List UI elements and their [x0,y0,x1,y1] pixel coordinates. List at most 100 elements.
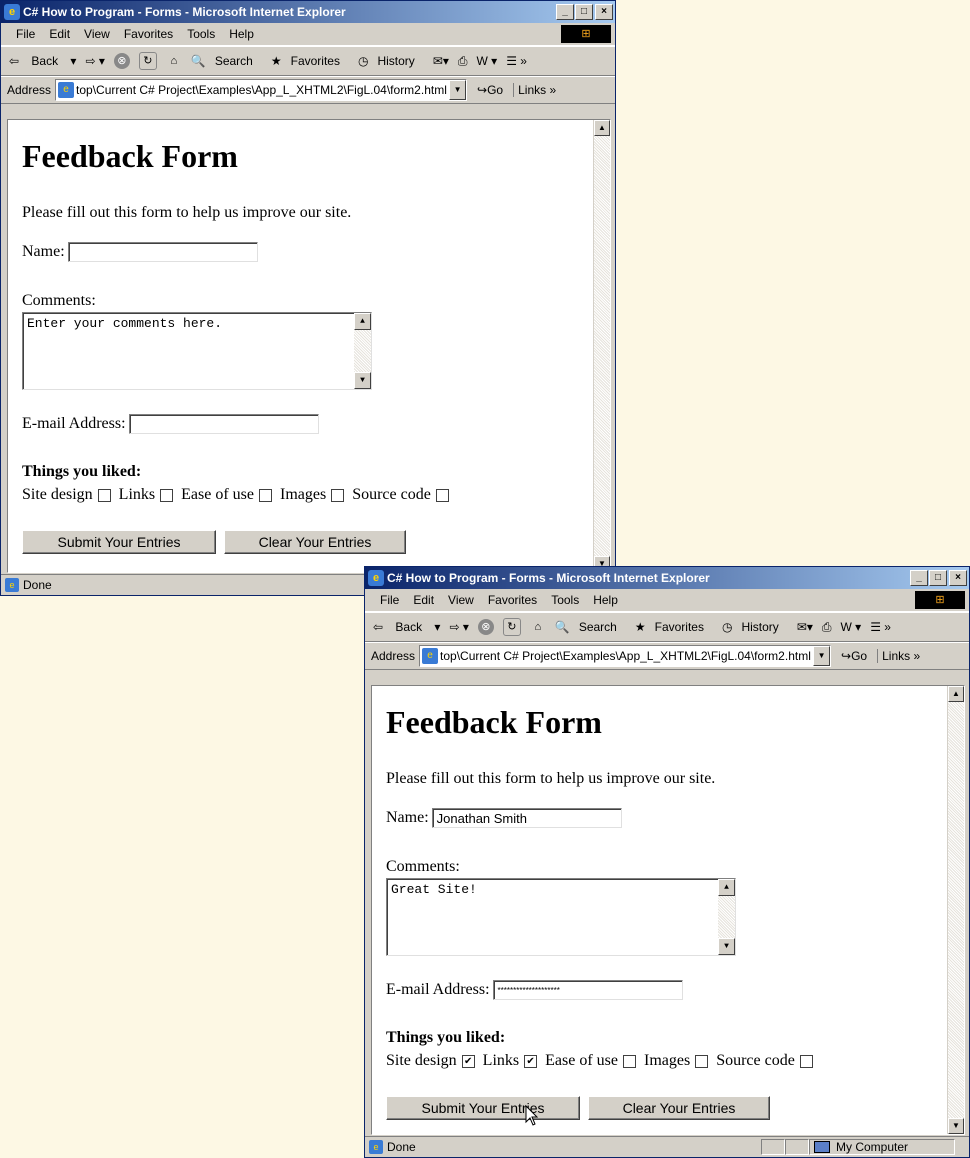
browser-window-2: e C# How to Program - Forms - Microsoft … [364,566,970,1158]
edit-icon[interactable]: W ▾ [841,620,862,634]
forward-button[interactable]: ⇨ ▾ [449,620,468,634]
scroll-up-icon[interactable]: ▲ [718,879,735,896]
scroll-down-icon[interactable]: ▼ [354,372,371,389]
textarea-scrollbar[interactable]: ▲ ▼ [354,313,371,389]
history-button[interactable]: ◷ History [722,620,788,634]
page-icon: e [369,1140,383,1154]
search-icon: 🔍 [554,620,570,634]
home-icon[interactable]: ⌂ [166,53,182,69]
clear-button[interactable]: Clear Your Entries [224,530,406,554]
vertical-scrollbar[interactable]: ▲ ▼ [593,120,610,572]
checkbox-links[interactable]: ✔ [524,1054,538,1068]
menu-favorites[interactable]: Favorites [481,589,544,611]
minimize-button[interactable]: _ [556,4,574,20]
menu-tools[interactable]: Tools [180,23,222,45]
checkbox-site-design[interactable] [97,488,111,502]
scroll-up-icon[interactable]: ▲ [594,120,610,136]
menu-view[interactable]: View [441,589,481,611]
checkbox-site-design[interactable]: ✔ [461,1054,475,1068]
discuss-icon[interactable]: ☰ » [506,54,527,68]
email-label: E-mail Address: [22,415,126,432]
checkbox-ease-of-use[interactable] [258,488,272,502]
scroll-up-icon[interactable]: ▲ [354,313,371,330]
vertical-scrollbar[interactable]: ▲ ▼ [947,686,964,1134]
mouse-cursor-icon [525,1104,539,1126]
option-label: Images [279,486,327,503]
checkbox-links[interactable] [160,488,174,502]
home-icon[interactable]: ⌂ [530,619,546,635]
email-input[interactable] [128,414,319,434]
name-input[interactable] [67,242,258,262]
page-icon: e [5,578,19,592]
title-bar[interactable]: e C# How to Program - Forms - Microsoft … [1,1,615,23]
security-zone: My Computer [809,1139,955,1155]
refresh-icon[interactable]: ↻ [138,52,157,70]
checkbox-source-code[interactable] [799,1054,813,1068]
scroll-down-icon[interactable]: ▼ [718,938,735,955]
print-icon[interactable]: ⎙ [822,620,832,635]
maximize-button[interactable]: □ [575,4,593,20]
page-content: ▲ ▼ Feedback Form Please fill out this f… [7,119,611,573]
links-button[interactable]: Links » [877,649,920,663]
address-input[interactable]: e top\Current C# Project\Examples\App_L_… [55,79,468,101]
menu-edit[interactable]: Edit [406,589,441,611]
checkbox-images[interactable] [331,488,345,502]
liked-label: Things you liked: [22,463,142,480]
go-button[interactable]: ↪Go [477,83,503,97]
scroll-up-icon[interactable]: ▲ [948,686,964,702]
submit-button[interactable]: Submit Your Entries [22,530,216,554]
menu-favorites[interactable]: Favorites [117,23,180,45]
clear-button[interactable]: Clear Your Entries [588,1096,770,1120]
mail-icon[interactable]: ✉▾ [797,620,813,634]
close-button[interactable]: × [595,4,613,20]
edit-icon[interactable]: W ▾ [477,54,498,68]
menu-help[interactable]: Help [222,23,261,45]
ie-icon: e [4,4,20,20]
checkbox-source-code[interactable] [435,488,449,502]
name-label: Name: [22,243,65,260]
textarea-scrollbar[interactable]: ▲ ▼ [718,879,735,955]
name-input[interactable]: Jonathan Smith [431,808,622,828]
discuss-icon[interactable]: ☰ » [870,620,891,634]
back-button[interactable]: ⇦ Back ▾ [9,54,76,68]
favorites-button[interactable]: ★ Favorites [271,54,349,68]
scroll-down-icon[interactable]: ▼ [948,1118,964,1134]
links-button[interactable]: Links » [513,83,556,97]
stop-icon[interactable]: ⊗ [477,619,494,635]
menu-view[interactable]: View [77,23,117,45]
menu-edit[interactable]: Edit [42,23,77,45]
refresh-icon[interactable]: ↻ [502,618,521,636]
checkbox-images[interactable] [695,1054,709,1068]
name-label: Name: [386,809,429,826]
print-icon[interactable]: ⎙ [458,54,468,69]
search-button[interactable]: 🔍 Search [555,620,626,634]
submit-button[interactable]: Submit Your Entries [386,1096,580,1120]
mail-icon[interactable]: ✉▾ [433,54,449,68]
email-input[interactable]: ******************** [492,980,683,1000]
menu-tools[interactable]: Tools [544,589,586,611]
comments-textarea[interactable]: Great Site! ▲ ▼ [386,878,736,956]
menu-file[interactable]: File [373,589,406,611]
comments-text: Enter your comments here. [27,316,223,331]
go-button[interactable]: ↪Go [841,649,867,663]
toolbar: ⇦ Back ▾ ⇨ ▾ ⊗ ↻ ⌂ 🔍 Search ★ Favorites ◷ H… [1,46,615,76]
title-bar[interactable]: e C# How to Program - Forms - Microsoft … [365,567,969,589]
close-button[interactable]: × [949,570,967,586]
favorites-button[interactable]: ★ Favorites [635,620,713,634]
back-arrow-icon: ⇦ [9,54,20,68]
menu-file[interactable]: File [9,23,42,45]
comments-textarea[interactable]: Enter your comments here. ▲ ▼ [22,312,372,390]
history-button[interactable]: ◷ History [358,54,424,68]
search-button[interactable]: 🔍 Search [191,54,262,68]
address-dropdown-icon[interactable]: ▼ [449,80,467,100]
menu-help[interactable]: Help [586,589,625,611]
address-input[interactable]: e top\Current C# Project\Examples\App_L_… [419,645,832,667]
minimize-button[interactable]: _ [910,570,928,586]
back-button[interactable]: ⇦ Back ▾ [373,620,440,634]
checkbox-ease-of-use[interactable] [622,1054,636,1068]
maximize-button[interactable]: □ [929,570,947,586]
stop-icon[interactable]: ⊗ [113,53,130,69]
forward-button[interactable]: ⇨ ▾ [85,54,104,68]
address-dropdown-icon[interactable]: ▼ [813,646,831,666]
go-arrow-icon: ↪ [477,83,488,97]
